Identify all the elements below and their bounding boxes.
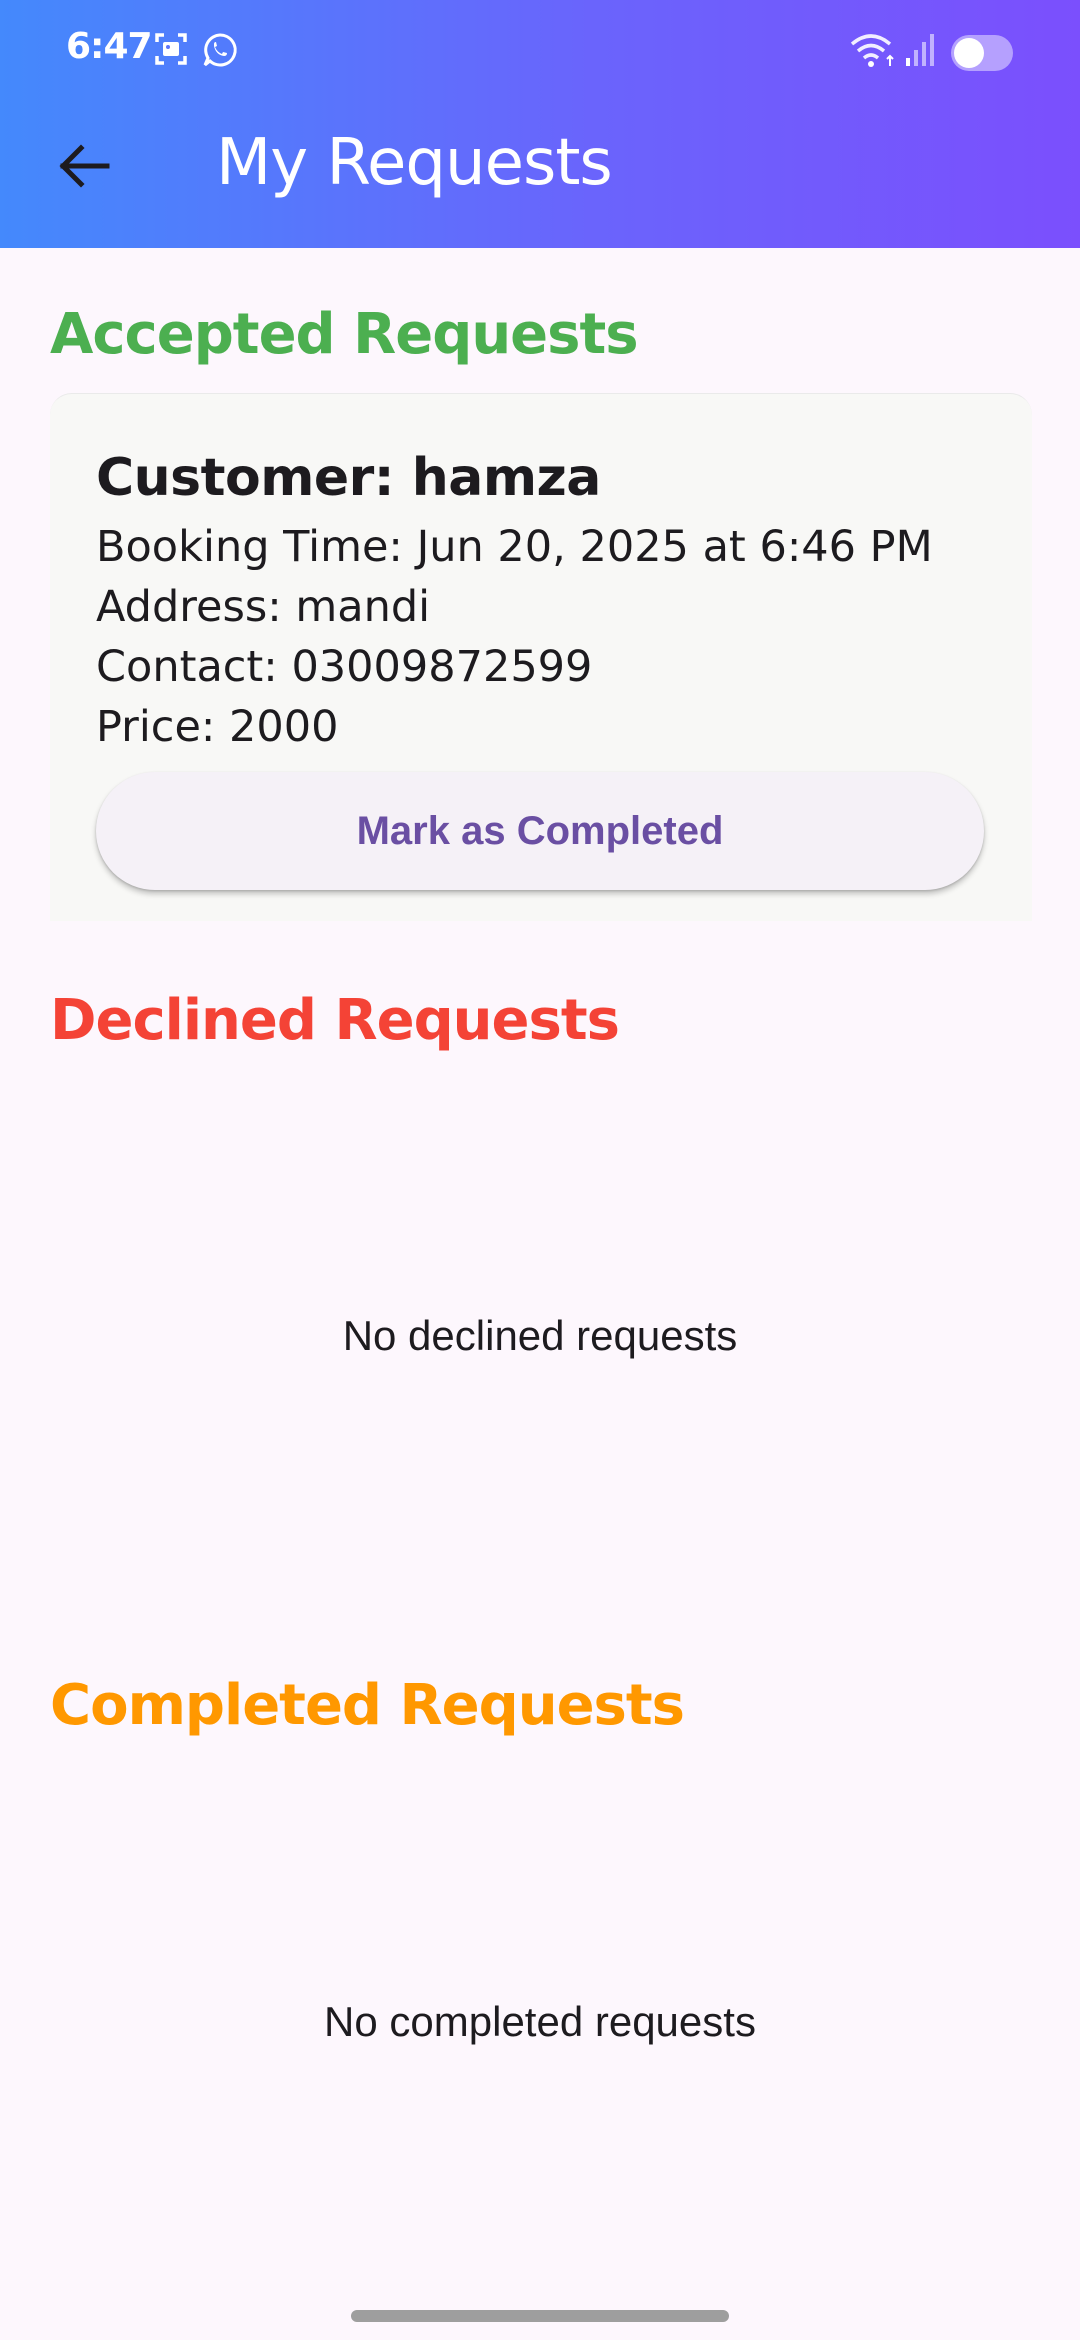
address: Address: mandi: [96, 582, 431, 632]
price: Price: 2000: [96, 702, 339, 752]
declined-empty-text: No declined requests: [342, 1312, 738, 1359]
app-bar: 6:47 My Requests: [0, 0, 1080, 248]
accepted-section-title: Accepted Requests: [50, 302, 639, 367]
toggle-icon: [950, 34, 1014, 76]
signal-icon: [904, 32, 936, 72]
whatsapp-icon: [202, 32, 238, 72]
home-indicator[interactable]: [351, 2310, 729, 2322]
completed-section-title: Completed Requests: [50, 1673, 685, 1738]
screenshot-icon: [154, 32, 188, 70]
declined-section-title: Declined Requests: [50, 988, 620, 1053]
arrow-back-icon: [59, 144, 110, 188]
mark-as-completed-button[interactable]: Mark as Completed: [96, 772, 984, 890]
booking-time: Booking Time: Jun 20, 2025 at 6:46 PM: [96, 522, 933, 572]
wifi-icon: [850, 32, 896, 74]
completed-empty-text: No completed requests: [324, 1998, 756, 2045]
contact: Contact: 03009872599: [96, 642, 593, 692]
page-title: My Requests: [216, 126, 613, 200]
screen: 6:47 My Requests Accepted Requests Custo…: [0, 0, 1080, 2340]
request-card: Customer: hamza Booking Time: Jun 20, 20…: [50, 393, 1032, 921]
customer-name: Customer: hamza: [96, 448, 601, 508]
back-button[interactable]: [46, 128, 122, 204]
status-time: 6:47: [66, 26, 153, 67]
